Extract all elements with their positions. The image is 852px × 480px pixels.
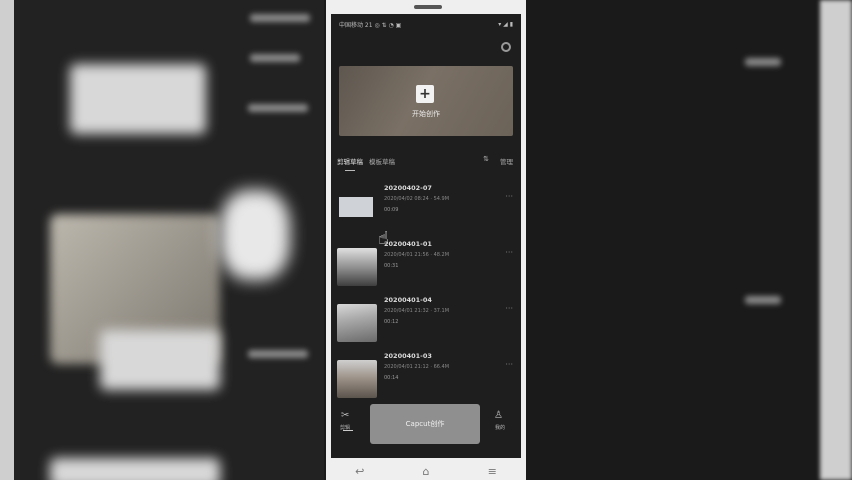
background-blur-text (250, 14, 310, 22)
draft-duration: 00:09 (384, 207, 399, 213)
phone-frame: 中国移动 21 ◎ ⇅ ◔ ▣ ▾ ◢ ▮ + 开始创作 剪辑草稿 模板草稿 ⇅… (326, 0, 526, 480)
tab-template-drafts[interactable]: 模板草稿 (369, 156, 395, 166)
background-blur-block (50, 458, 220, 480)
status-bar: 中国移动 21 ◎ ⇅ ◔ ▣ ▾ ◢ ▮ (331, 14, 521, 34)
tab-active-indicator (345, 170, 355, 171)
background-blur-text (745, 58, 781, 66)
draft-thumbnail (337, 304, 377, 342)
draft-duration: 00:12 (384, 319, 399, 325)
draft-meta: 2020/04/02 08:24 · 54.9M (384, 196, 450, 202)
more-icon[interactable]: ··· (505, 304, 513, 313)
more-icon[interactable]: ··· (505, 360, 513, 369)
phone-earpiece (414, 5, 442, 9)
sort-icon[interactable]: ⇅ (483, 155, 489, 163)
app-screen: 中国移动 21 ◎ ⇅ ◔ ▣ ▾ ◢ ▮ + 开始创作 剪辑草稿 模板草稿 ⇅… (331, 14, 521, 458)
nav-active-indicator (343, 430, 353, 431)
profile-icon[interactable]: ♙ (494, 410, 503, 421)
new-project-label: 开始创作 (412, 110, 440, 118)
background-edge (820, 0, 852, 480)
background-blur-text (250, 54, 300, 62)
capcut-create-button[interactable]: Capcut创作 (370, 404, 480, 444)
more-icon[interactable]: ··· (505, 248, 513, 257)
draft-title: 20200401-04 (384, 296, 432, 304)
draft-meta: 2020/04/01 21:56 · 48.2M (384, 252, 450, 258)
gear-icon[interactable] (501, 42, 511, 52)
draft-meta: 2020/04/01 21:12 · 66.4M (384, 364, 450, 370)
background-blur-text (248, 350, 308, 358)
capcut-create-label: Capcut创作 (405, 420, 445, 428)
menu-icon[interactable]: ≡ (488, 465, 497, 478)
draft-thumbnail (337, 248, 377, 286)
draft-duration: 00:31 (384, 263, 399, 269)
hand-pointer-icon: ☝ (378, 228, 389, 249)
background-blur-text (248, 104, 308, 112)
system-nav-bar: ↩ ⌂ ≡ (326, 462, 526, 480)
draft-title: 20200402-07 (384, 184, 432, 192)
background-blur-block (100, 330, 220, 390)
draft-item[interactable]: 20200401-01 2020/04/01 21:56 · 48.2M 00:… (331, 236, 521, 288)
draft-item[interactable]: 20200401-04 2020/04/01 21:32 · 37.1M 00:… (331, 292, 521, 344)
background-edge (0, 0, 14, 480)
draft-tabs: 剪辑草稿 模板草稿 ⇅ 管理 (331, 154, 521, 172)
draft-title: 20200401-01 (384, 240, 432, 248)
status-left: 中国移动 21 ◎ ⇅ ◔ ▣ (339, 21, 402, 29)
plus-icon: + (416, 85, 434, 103)
thumbnail-image (339, 197, 373, 217)
draft-thumbnail (337, 360, 377, 398)
draft-meta: 2020/04/01 21:32 · 37.1M (384, 308, 450, 314)
nav-me-label[interactable]: 我的 (495, 424, 505, 431)
draft-thumbnail (337, 192, 377, 230)
manage-button[interactable]: 管理 (500, 156, 513, 166)
draft-title: 20200401-03 (384, 352, 432, 360)
edit-tab-icon[interactable]: ✂ (341, 410, 349, 421)
more-icon[interactable]: ··· (505, 192, 513, 201)
draft-item[interactable]: 20200402-07 2020/04/02 08:24 · 54.9M 00:… (331, 180, 521, 232)
draft-item[interactable]: 20200401-03 2020/04/01 21:12 · 66.4M 00:… (331, 348, 521, 400)
tab-edit-drafts[interactable]: 剪辑草稿 (337, 156, 363, 166)
home-icon[interactable]: ⌂ (423, 465, 430, 478)
background-blur-hand (220, 190, 290, 280)
background-blur-block (70, 64, 206, 134)
background-blur-text (745, 296, 781, 304)
bottom-nav: ✂ 剪辑 Capcut创作 ♙ 我的 (331, 404, 521, 444)
new-project-banner[interactable]: + 开始创作 (339, 66, 513, 136)
back-icon[interactable]: ↩ (355, 465, 364, 478)
status-right: ▾ ◢ ▮ (498, 20, 513, 28)
draft-duration: 00:14 (384, 375, 399, 381)
